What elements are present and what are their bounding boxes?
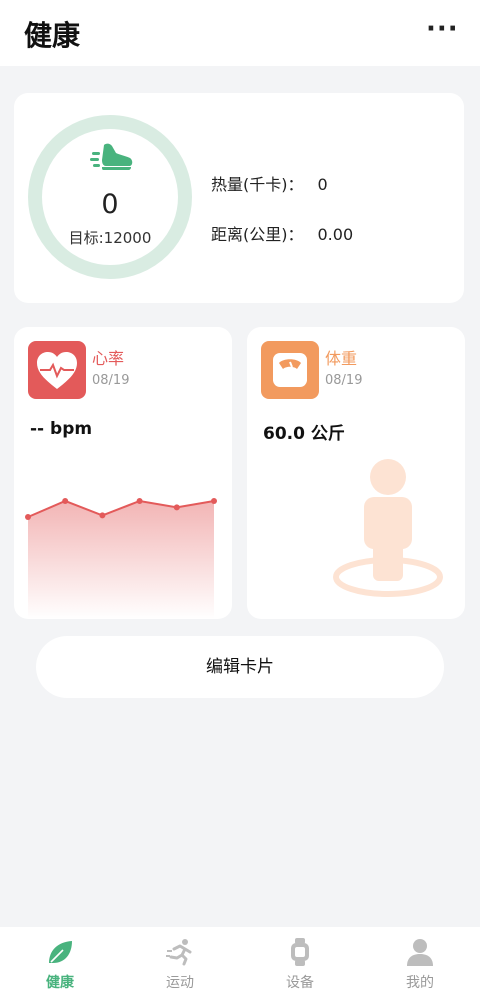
more-dots-icon[interactable]: ··· [426,16,458,44]
calories-label: 热量(千卡)： [211,175,304,194]
tab-sport[interactable]: 运动 [120,927,240,1000]
steps-card[interactable]: 0 目标:12000 热量(千卡)： 0 距离(公里)： 0.00 [14,93,464,303]
heart-rate-title: 心率 [92,349,125,368]
leaf-icon [49,941,72,963]
heart-rate-date: 08/19 [92,373,130,388]
calories-value: 0 [317,175,328,194]
app-header: 健康 ··· [0,0,480,66]
page-title: 健康 [24,19,81,52]
heart-rate-point-3 [136,498,143,504]
distance-stat: 距离(公里)： 0.00 [211,221,353,245]
weight-card[interactable]: 体重 08/19 60.0 公斤 [247,327,465,619]
tab-label-profile: 我的 [406,975,434,991]
heart-rate-card[interactable]: 心率 08/19 -- bpm [14,327,232,619]
weight-date: 08/19 [325,373,363,388]
tab-devices[interactable]: 设备 [240,927,360,1000]
person-on-scale-icon [333,459,443,597]
tab-label-health: 健康 [46,975,74,991]
tab-label-devices: 设备 [286,975,314,991]
calories-stat: 热量(千卡)： 0 [211,171,328,195]
distance-label: 距离(公里)： [211,225,304,244]
heart-rate-point-1 [62,498,69,504]
heart-rate-icon [28,341,86,399]
tab-profile[interactable]: 我的 [360,927,480,1000]
heart-rate-area [28,501,214,619]
heart-rate-point-4 [173,504,180,511]
heart-rate-value: -- bpm [30,419,93,439]
watch-icon [291,938,309,966]
bottom-tab-bar: 健康 运动 设备 我的 [0,927,480,1000]
distance-value: 0.00 [317,225,354,244]
weight-value: 60.0 公斤 [263,424,345,444]
heart-rate-trend-chart [25,498,217,619]
steps-count: 0 [101,189,119,220]
steps-goal: 目标:12000 [68,229,152,247]
heart-rate-point-2 [99,512,106,519]
tab-label-sport: 运动 [166,975,194,991]
running-icon [166,939,192,966]
heart-rate-point-0 [25,514,31,520]
weight-title: 体重 [325,349,358,368]
heart-rate-point-5 [211,498,217,504]
scale-icon [261,341,319,399]
edit-cards-button[interactable]: 编辑卡片 [36,636,444,698]
sneaker-icon [90,143,133,170]
tab-health[interactable]: 健康 [0,927,120,1000]
user-icon [407,939,433,966]
